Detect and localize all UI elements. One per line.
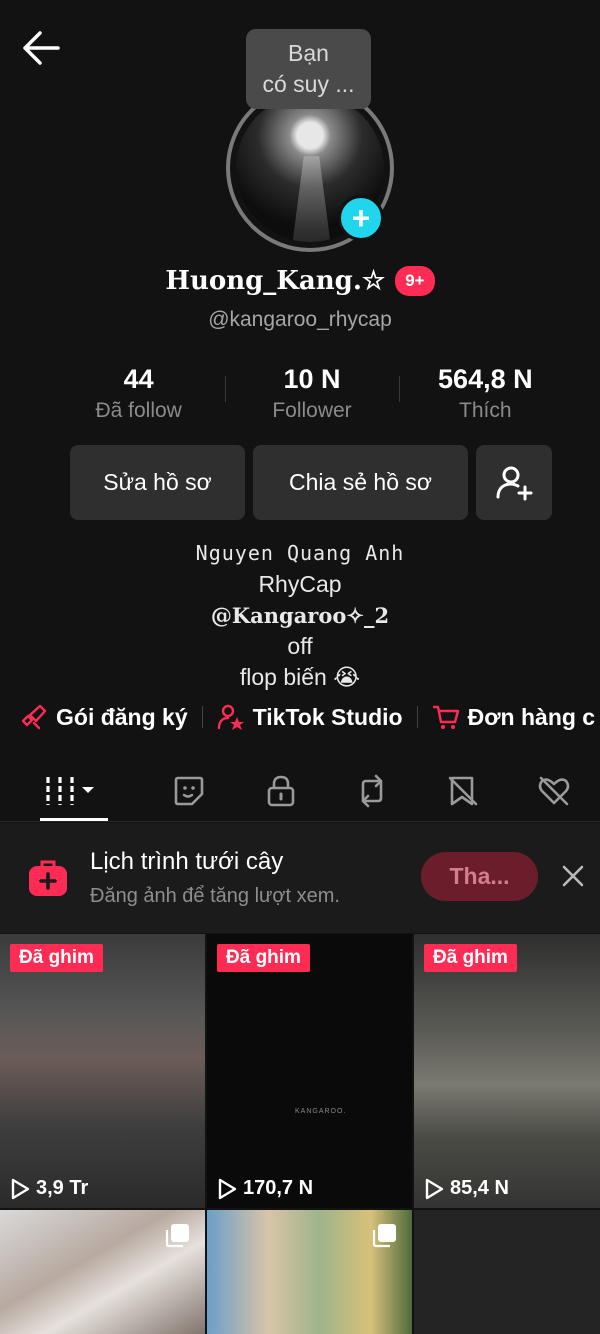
favorites-hidden-icon <box>448 776 478 805</box>
bio-line: flop biến 😭 <box>239 664 361 690</box>
stat-label: Đã follow <box>95 399 182 422</box>
play-icon <box>425 1178 444 1199</box>
stat-value: 44 <box>123 364 154 394</box>
display-name-row: Huong_Kang.☆ 9+ <box>0 266 600 296</box>
videos-grid-icon <box>46 776 94 805</box>
view-count-value: 3,9 Tr <box>36 1177 89 1199</box>
promo-banner: Lịch trình tưới cây Đăng ảnh để tăng lượ… <box>0 823 600 933</box>
bio-mention-link[interactable]: @Kangaroo✧_2 <box>0 600 600 631</box>
video-thumbnail[interactable]: Đã ghim 85,4 N <box>414 934 600 1208</box>
divider <box>201 706 203 728</box>
view-count: 3,9 Tr <box>10 1177 88 1200</box>
multi-photo-icon <box>372 1224 396 1248</box>
pinned-badge: Đã ghim <box>424 944 517 972</box>
play-icon <box>11 1178 30 1199</box>
lock-icon <box>267 775 294 806</box>
photo-thumbnail[interactable] <box>207 1210 412 1334</box>
profile-actions: Sửa hồ sơ Chia sẻ hồ sơ <box>70 445 552 520</box>
note-line-1: Bạn <box>288 40 329 66</box>
stat-label: Thích <box>459 399 512 422</box>
tab-private[interactable] <box>235 760 326 821</box>
video-thumbnail[interactable]: Đã ghim 3,9 Tr <box>0 934 205 1208</box>
banner-subtitle: Đăng ảnh để tăng lượt xem. <box>90 885 340 907</box>
subscription-icon <box>21 704 47 730</box>
view-count: 170,7 N <box>217 1177 313 1200</box>
back-button[interactable] <box>20 28 64 68</box>
subscription-label: Gói đăng ký <box>56 703 188 730</box>
add-person-icon <box>496 466 533 500</box>
stat-likes[interactable]: 564,8 N Thích <box>398 364 572 423</box>
banner-title: Lịch trình tưới cây <box>90 848 284 875</box>
tab-stickers[interactable] <box>144 760 235 821</box>
cart-icon <box>432 705 459 729</box>
divider <box>416 706 418 728</box>
bio-line: RhyCap <box>258 571 342 597</box>
stat-following[interactable]: 44 Đã follow <box>52 364 225 423</box>
stat-followers[interactable]: 10 N Follower <box>225 364 398 423</box>
loading-thumbnail <box>414 1210 600 1334</box>
share-profile-button[interactable]: Chia sẻ hồ sơ <box>253 445 468 520</box>
note-bubble[interactable]: Bạn có suy ... <box>246 29 371 109</box>
creator-links: Gói đăng ký TikTok Studio Đơn hàng c <box>20 703 595 731</box>
subscription-link[interactable]: Gói đăng ký <box>20 703 188 731</box>
video-thumbnail[interactable]: Đã ghim KANGAROO. 170,7 N <box>207 934 412 1208</box>
view-count: 85,4 N <box>424 1177 509 1200</box>
content-tabs <box>0 760 600 822</box>
tab-videos[interactable] <box>0 760 144 821</box>
tab-favorites[interactable] <box>417 760 508 821</box>
display-name: Huong_Kang.☆ <box>165 266 386 296</box>
stats-row: 44 Đã follow 10 N Follower 564,8 N Thích <box>52 364 572 423</box>
orders-label: Đơn hàng c <box>467 703 596 730</box>
stickers-icon <box>175 776 204 805</box>
thumbnail-caption: KANGAROO. <box>295 1108 347 1115</box>
edit-profile-button[interactable]: Sửa hồ sơ <box>70 445 245 520</box>
tiktok-studio-link[interactable]: TikTok Studio <box>217 703 403 731</box>
stat-value: 10 N <box>283 364 341 394</box>
pinned-badge: Đã ghim <box>217 944 310 972</box>
medical-bag-icon <box>29 860 67 896</box>
view-count-value: 170,7 N <box>243 1177 314 1199</box>
close-icon[interactable] <box>558 861 588 891</box>
add-avatar-plus-icon[interactable]: + <box>338 195 384 241</box>
bio-line: Nguyen Quang Anh <box>195 541 405 565</box>
tab-liked[interactable] <box>509 760 600 821</box>
stat-value: 564,8 N <box>438 364 533 394</box>
video-grid: Đã ghim 3,9 Tr Đã ghim KANGAROO. 170,7 N… <box>0 934 600 1334</box>
tab-reposts[interactable] <box>326 760 417 821</box>
bio-line: off <box>287 633 313 659</box>
bio: Nguyen Quang Anh RhyCap @Kangaroo✧_2 off… <box>0 538 600 693</box>
stat-label: Follower <box>272 399 352 422</box>
photo-thumbnail[interactable] <box>0 1210 205 1334</box>
view-count-value: 85,4 N <box>450 1177 509 1199</box>
pinned-badge: Đã ghim <box>10 944 103 972</box>
add-friends-button[interactable] <box>476 445 552 520</box>
liked-hidden-icon <box>539 776 570 805</box>
note-line-2: có suy ... <box>262 71 355 97</box>
orders-link[interactable]: Đơn hàng c <box>432 703 596 731</box>
notification-badge[interactable]: 9+ <box>395 266 435 296</box>
studio-icon <box>217 704 244 730</box>
back-arrow-icon <box>23 31 60 65</box>
play-icon <box>218 1178 237 1199</box>
username: @kangaroo_rhycap <box>208 308 392 331</box>
multi-photo-icon <box>165 1224 189 1248</box>
repost-icon <box>361 774 383 807</box>
tiktok-studio-label: TikTok Studio <box>252 703 403 730</box>
banner-cta-button[interactable]: Tha... <box>421 852 538 901</box>
